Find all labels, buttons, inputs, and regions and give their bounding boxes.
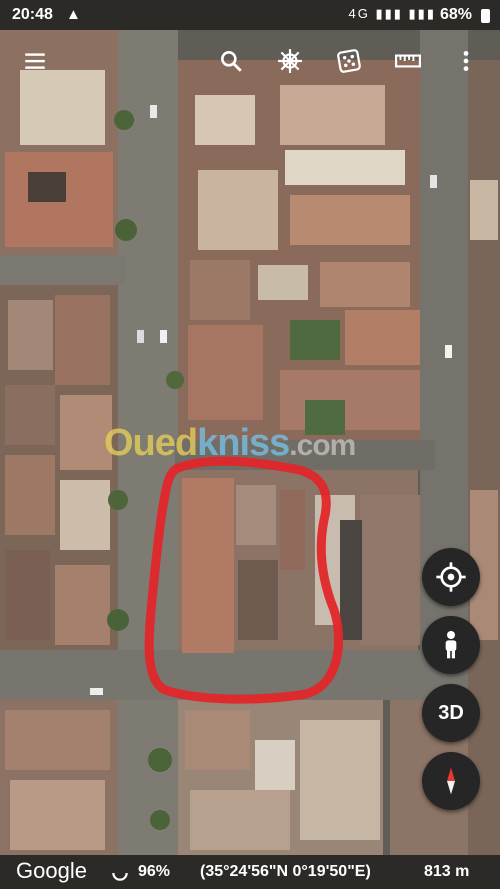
search-icon[interactable]	[214, 44, 248, 78]
my-location-icon	[436, 562, 466, 592]
watermark-part-com: .com	[289, 429, 356, 462]
ouedkniss-watermark: Ouedkniss.com	[104, 422, 356, 465]
watermark-part-oued: Oued	[104, 422, 198, 464]
battery-percent: 68%	[439, 6, 472, 23]
altitude: 813 m	[424, 863, 470, 880]
loading-percent: 96%	[138, 863, 171, 880]
top-toolbar	[0, 30, 500, 94]
pegman-icon	[445, 631, 457, 659]
warning-icon: ▲	[66, 6, 81, 23]
compass-icon	[447, 767, 455, 795]
menu-icon[interactable]	[18, 44, 52, 78]
battery-icon	[481, 9, 490, 23]
street-view-button[interactable]	[422, 616, 480, 674]
my-location-button[interactable]	[422, 548, 480, 606]
compass-button[interactable]	[422, 752, 480, 810]
signal-icons: 4G ▮▮▮ ▮▮▮	[348, 6, 436, 21]
status-bar: 20:48 ▲ 4G ▮▮▮ ▮▮▮ 68%	[0, 0, 500, 30]
bottom-info-bar: Google 96% (35°24'56"N 0°19'50"E) 813 m	[0, 855, 500, 889]
more-vert-icon[interactable]	[449, 44, 483, 78]
coordinates: (35°24'56"N 0°19'50"E)	[200, 863, 371, 880]
dice-icon[interactable]	[332, 44, 366, 78]
status-time: 20:48	[12, 6, 53, 23]
ruler-icon[interactable]	[391, 44, 425, 78]
watermark-part-kniss: kniss	[197, 422, 290, 464]
3d-toggle-button[interactable]: 3D	[422, 684, 480, 742]
loading-spinner-icon	[112, 872, 128, 881]
ship-wheel-icon[interactable]	[273, 44, 307, 78]
google-logo: Google	[16, 858, 87, 883]
